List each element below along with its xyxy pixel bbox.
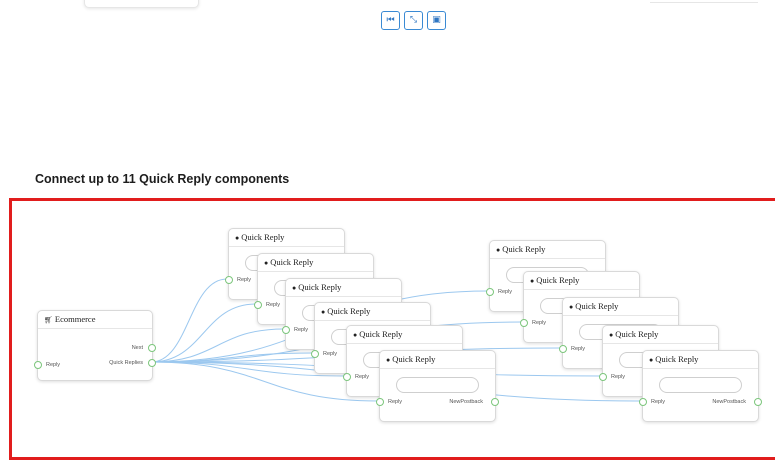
input-port[interactable] xyxy=(486,288,494,296)
port-label-reply: Reply xyxy=(355,374,370,380)
port-label-reply: Reply xyxy=(266,302,281,308)
port-label-reply: Reply xyxy=(611,374,626,380)
node-title-text: Quick Reply xyxy=(536,275,580,285)
comment-icon: ● xyxy=(569,303,574,311)
node-title-text: Quick Reply xyxy=(655,354,699,364)
quick-reply-text-input[interactable] xyxy=(396,377,479,393)
port-label-reply: Reply xyxy=(532,320,547,326)
node-title-text: Quick Reply xyxy=(615,329,659,339)
comment-icon: ● xyxy=(235,234,240,242)
step-backward-icon: ⏮ xyxy=(386,15,395,25)
input-port[interactable] xyxy=(559,345,567,353)
port-label-next: Next xyxy=(131,345,143,351)
node-title: ● Quick Reply xyxy=(380,351,495,369)
comment-icon: ● xyxy=(496,246,501,254)
port-label-reply: Reply xyxy=(46,362,61,368)
node-title: ● Quick Reply xyxy=(643,351,758,369)
ecommerce-node[interactable]: 🛒︎ Ecommerce Reply Next Quick Replies xyxy=(34,310,156,381)
node-title: ● Quick Reply xyxy=(315,303,430,321)
output-port-newpostback[interactable] xyxy=(754,398,762,406)
toolbar: ⏮ ⤡ ▣ xyxy=(381,11,446,30)
input-port[interactable] xyxy=(343,373,351,381)
section-heading: Connect up to 11 Quick Reply components xyxy=(35,172,290,186)
node-title-text: Ecommerce xyxy=(54,314,96,324)
output-port-next[interactable] xyxy=(148,344,156,352)
node-title-text: Quick Reply xyxy=(298,282,342,292)
comment-icon: ● xyxy=(649,356,654,364)
flow-canvas[interactable]: 🛒︎ Ecommerce Reply Next Quick Replies ● Quick … xyxy=(9,198,775,460)
first-page-button[interactable]: ⏮ xyxy=(381,11,400,30)
input-port[interactable] xyxy=(311,350,319,358)
port-label-reply: Reply xyxy=(651,399,666,405)
input-port[interactable] xyxy=(225,276,233,284)
port-label-reply: Reply xyxy=(237,277,252,283)
compress-icon: ⤡ xyxy=(409,15,418,25)
input-port[interactable] xyxy=(599,373,607,381)
port-label-reply: Reply xyxy=(571,346,586,352)
input-port[interactable] xyxy=(282,326,290,334)
comment-icon: ● xyxy=(609,331,614,339)
port-label-reply: Reply xyxy=(323,351,338,357)
node-title: ● Quick Reply xyxy=(258,254,373,272)
comment-icon: ● xyxy=(292,284,297,292)
node-title: ● Quick Reply xyxy=(524,272,639,290)
node-title: ● Quick Reply xyxy=(490,241,605,259)
save-icon: ▣ xyxy=(432,15,441,25)
port-label-reply: Reply xyxy=(294,327,309,333)
input-port[interactable] xyxy=(520,319,528,327)
node-title-text: Quick Reply xyxy=(502,244,546,254)
top-divider xyxy=(650,2,758,3)
quick-reply-node[interactable]: ● Quick Reply Reply NewPostback xyxy=(376,350,499,422)
port-label-reply: Reply xyxy=(498,289,513,295)
comment-icon: ● xyxy=(386,356,391,364)
quick-reply-node[interactable]: ● Quick Reply Reply NewPostback xyxy=(639,350,762,422)
port-label-reply: Reply xyxy=(388,399,403,405)
port-label-newpostback: NewPostback xyxy=(449,399,483,405)
input-port[interactable] xyxy=(254,301,262,309)
top-panel-card xyxy=(84,0,199,8)
port-label-newpostback: NewPostback xyxy=(712,399,746,405)
comment-icon: ● xyxy=(264,259,269,267)
comment-icon: ● xyxy=(321,308,326,316)
node-title: ● Quick Reply xyxy=(563,298,678,316)
node-title: ● Quick Reply xyxy=(229,229,344,247)
shopping-cart-icon: 🛒︎ xyxy=(44,316,53,324)
node-title-text: Quick Reply xyxy=(241,232,285,242)
node-title: ● Quick Reply xyxy=(603,326,718,344)
input-port[interactable] xyxy=(376,398,384,406)
node-title-text: Quick Reply xyxy=(575,301,619,311)
quick-reply-text-input[interactable] xyxy=(659,377,742,393)
save-button[interactable]: ▣ xyxy=(427,11,446,30)
comment-icon: ● xyxy=(530,277,535,285)
node-title-text: Quick Reply xyxy=(327,306,371,316)
port-label-quick-replies: Quick Replies xyxy=(109,360,143,366)
fit-view-button[interactable]: ⤡ xyxy=(404,11,423,30)
node-title-text: Quick Reply xyxy=(359,329,403,339)
input-port[interactable] xyxy=(639,398,647,406)
node-title-text: Quick Reply xyxy=(392,354,436,364)
node-title-text: Quick Reply xyxy=(270,257,314,267)
node-title: ● Quick Reply xyxy=(286,279,401,297)
comment-icon: ● xyxy=(353,331,358,339)
node-title: 🛒︎ Ecommerce xyxy=(38,311,152,329)
output-port-newpostback[interactable] xyxy=(491,398,499,406)
node-title: ● Quick Reply xyxy=(347,326,462,344)
output-port-quick-replies[interactable] xyxy=(148,359,156,367)
input-port[interactable] xyxy=(34,361,42,369)
